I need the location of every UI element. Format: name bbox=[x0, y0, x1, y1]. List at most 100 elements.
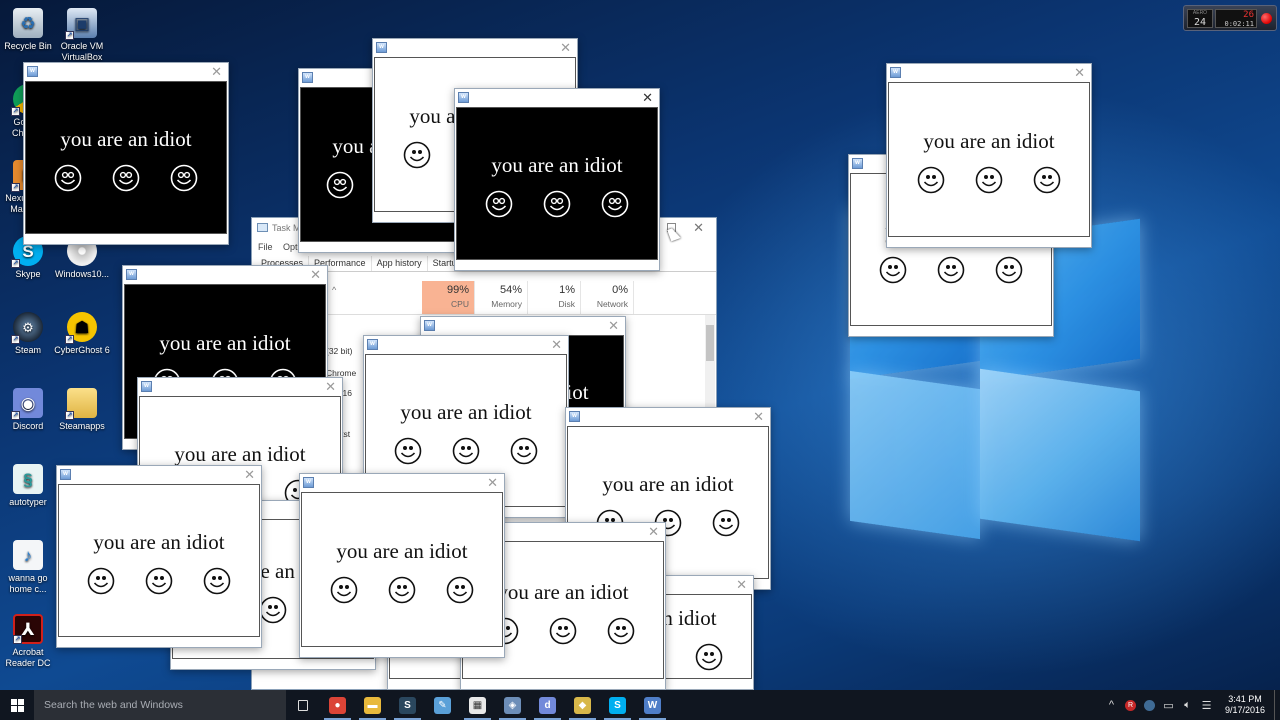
process-row[interactable]: (32 bit) bbox=[326, 346, 352, 356]
taskbar-app-virtualbox[interactable]: ◈ bbox=[495, 690, 530, 720]
smiley-row bbox=[330, 576, 474, 604]
scrollbar-thumb[interactable] bbox=[706, 325, 714, 361]
close-icon[interactable]: ✕ bbox=[551, 337, 562, 353]
taskbar-app-steam[interactable]: S bbox=[390, 690, 425, 720]
desktop-icon-label: CyberGhost 6 bbox=[54, 345, 110, 355]
close-icon[interactable]: ✕ bbox=[560, 40, 571, 56]
column-disk[interactable]: 1% Disk bbox=[528, 281, 581, 314]
popup-message: you are an idiot bbox=[497, 579, 629, 604]
close-icon[interactable]: ✕ bbox=[753, 409, 764, 425]
close-icon[interactable]: ✕ bbox=[648, 524, 659, 540]
smiley-face-icon bbox=[917, 166, 945, 194]
taskbar-app-mod-manager[interactable]: ◆ bbox=[565, 690, 600, 720]
taskbar-app-calculator[interactable]: ▦ bbox=[460, 690, 495, 720]
desktop-icon-cyberghost[interactable]: ☗ ↗ CyberGhost 6 bbox=[52, 312, 112, 356]
smiley-row bbox=[879, 256, 1023, 284]
popup-titlebar[interactable]: w ✕ bbox=[455, 89, 659, 107]
idiot-popup-window[interactable]: w ✕ you are an idiot bbox=[23, 62, 229, 245]
volume-icon[interactable]: 🔈︎ bbox=[1178, 690, 1197, 720]
resource-columns: 99% CPU 54% Memory 1% Disk 0% Network bbox=[422, 281, 634, 314]
start-button[interactable] bbox=[0, 690, 34, 720]
smiley-face-icon bbox=[388, 576, 416, 604]
desktop-icon-label: Discord bbox=[12, 421, 44, 431]
close-icon[interactable]: ✕ bbox=[642, 90, 653, 106]
smiley-face-icon bbox=[995, 256, 1023, 284]
smiley-face-icon bbox=[549, 617, 577, 644]
search-box[interactable]: Search the web and Windows bbox=[34, 690, 286, 720]
close-icon[interactable]: ✕ bbox=[736, 577, 747, 593]
popup-titlebar[interactable]: w ✕ bbox=[138, 378, 342, 396]
close-icon[interactable]: ✕ bbox=[608, 318, 619, 334]
column-memory[interactable]: 54% Memory bbox=[475, 281, 528, 314]
discord-icon: d bbox=[539, 696, 556, 714]
smiley-face-icon bbox=[145, 567, 173, 595]
steam-tray-icon[interactable] bbox=[1140, 690, 1159, 720]
app-icon: w bbox=[27, 66, 38, 77]
record-button-icon[interactable] bbox=[1261, 13, 1272, 24]
task-view-button[interactable] bbox=[286, 690, 320, 720]
idiot-popup-window[interactable]: w ✕ you are an idiot bbox=[299, 473, 505, 658]
desktop-icon-virtualbox[interactable]: ▣ ↗ Oracle VM VirtualBox bbox=[52, 8, 112, 63]
smiley-face-icon bbox=[446, 576, 474, 604]
popup-titlebar[interactable]: w ✕ bbox=[373, 39, 577, 57]
popup-titlebar[interactable]: w ✕ bbox=[887, 64, 1091, 82]
column-cpu[interactable]: 99% CPU bbox=[422, 281, 475, 314]
show-hidden-icons-chevron-up-icon[interactable]: ^ bbox=[1102, 690, 1121, 720]
popup-content: you are an idiot bbox=[301, 492, 503, 647]
taskbar-app-chrome[interactable]: ● bbox=[320, 690, 355, 720]
app-icon: w bbox=[60, 469, 71, 480]
network-icon[interactable]: ▭ bbox=[1159, 690, 1178, 720]
smiley-face-icon bbox=[601, 190, 629, 218]
close-button[interactable]: ✕ bbox=[693, 218, 704, 238]
close-icon[interactable]: ✕ bbox=[244, 467, 255, 483]
desktop-icon-acrobat[interactable]: ⅄ ↗ Acrobat Reader DC bbox=[0, 614, 58, 669]
taskbar-app-word-script[interactable]: W bbox=[635, 690, 670, 720]
smiley-face-icon bbox=[543, 190, 571, 218]
close-icon[interactable]: ✕ bbox=[310, 267, 321, 283]
smiley-face-icon bbox=[87, 567, 115, 595]
taskbar-app-file-explorer[interactable]: ▬ bbox=[355, 690, 390, 720]
popup-titlebar[interactable]: w ✕ bbox=[57, 466, 261, 484]
sort-chevron-up-icon[interactable]: ^ bbox=[332, 285, 336, 295]
popup-titlebar[interactable]: w ✕ bbox=[123, 266, 327, 284]
show-desktop-button[interactable] bbox=[1274, 690, 1280, 720]
close-icon[interactable]: ✕ bbox=[211, 64, 222, 80]
desktop-icon-autotyper[interactable]: § autotyper bbox=[0, 464, 58, 508]
close-icon[interactable]: ✕ bbox=[487, 475, 498, 491]
popup-titlebar[interactable]: w ✕ bbox=[364, 336, 568, 354]
desktop-icon-steamapps[interactable]: ↗ Steamapps bbox=[52, 388, 112, 432]
popup-titlebar[interactable]: w ✕ bbox=[300, 474, 504, 492]
desktop-icon-mp3-file[interactable]: ♪ wanna go home c... bbox=[0, 540, 58, 595]
taskbar-app-skype[interactable]: S bbox=[600, 690, 635, 720]
desktop-icon-label: Recycle Bin bbox=[4, 41, 52, 51]
action-center-icon[interactable]: ☰ bbox=[1197, 690, 1216, 720]
close-icon[interactable]: ✕ bbox=[1074, 65, 1085, 81]
popup-titlebar[interactable]: w ✕ bbox=[421, 317, 625, 335]
popup-content: you are an idiot bbox=[888, 82, 1090, 237]
idiot-popup-window[interactable]: w ✕ you are an idiot bbox=[454, 88, 660, 271]
idiot-popup-window[interactable]: w ✕ you are an idiot bbox=[886, 63, 1092, 248]
taskbar-app-discord[interactable]: d bbox=[530, 690, 565, 720]
popup-titlebar[interactable]: w ✕ bbox=[24, 63, 228, 81]
smiley-face-icon bbox=[879, 256, 907, 284]
desktop-icon-steam[interactable]: ⚙ ↗ Steam bbox=[0, 312, 58, 356]
taskbar-app-paint-app[interactable]: ✎ bbox=[425, 690, 460, 720]
system-tray: ^ R ▭ 🔈︎ ☰ 3:41 PM 9/17/2016 bbox=[1102, 690, 1280, 720]
close-icon[interactable]: ✕ bbox=[325, 379, 336, 395]
tray-app-icon[interactable]: R bbox=[1121, 690, 1140, 720]
smiley-face-icon bbox=[54, 164, 82, 192]
popup-message: you are an idiot bbox=[93, 530, 225, 554]
desktop-icon-label: Acrobat Reader DC bbox=[5, 647, 51, 668]
recording-fps: 26 bbox=[1243, 10, 1254, 20]
tab-app-history[interactable]: App history bbox=[372, 256, 428, 271]
column-network[interactable]: 0% Network bbox=[581, 281, 634, 314]
idiot-popup-window[interactable]: w ✕ you are an idiot bbox=[56, 465, 262, 648]
smiley-face-icon bbox=[326, 171, 354, 199]
popup-titlebar[interactable]: w ✕ bbox=[566, 408, 770, 426]
desktop-icon-recycle-bin[interactable]: ♻ Recycle Bin bbox=[0, 8, 58, 52]
screen-recorder-widget[interactable]: AERO 24 26 0:02:11 bbox=[1183, 5, 1277, 31]
desktop-icon-label: Steam bbox=[14, 345, 41, 355]
clock[interactable]: 3:41 PM 9/17/2016 bbox=[1216, 694, 1274, 716]
menu-file[interactable]: File bbox=[258, 242, 273, 252]
desktop-icon-discord[interactable]: ◉ ↗ Discord bbox=[0, 388, 58, 432]
